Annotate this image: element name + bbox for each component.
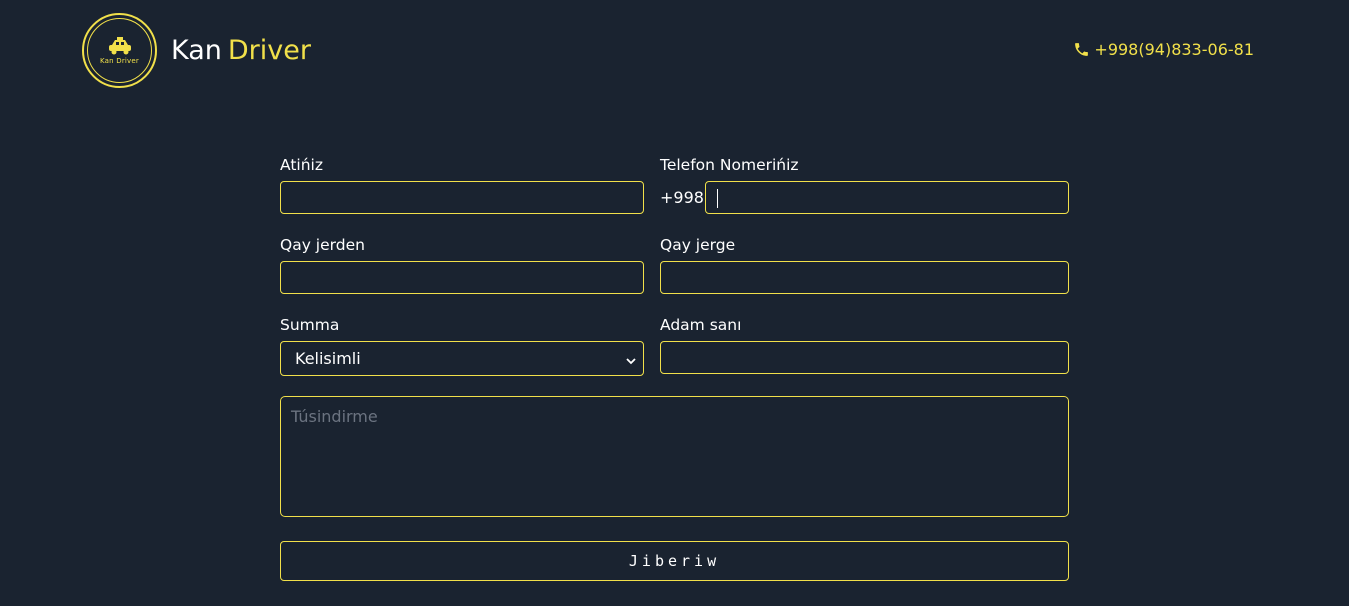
to-group: Qay jerge <box>660 235 1069 294</box>
phone-prefix: +998 <box>660 188 704 207</box>
logo: Kan Driver <box>82 13 157 88</box>
submit-button[interactable]: Jiberiw <box>280 541 1069 581</box>
brand-name: Kan Driver <box>171 37 311 64</box>
phone-input[interactable] <box>705 181 1069 214</box>
phone-icon <box>1073 41 1090 58</box>
sum-selected-value: Kelisimli <box>295 349 361 368</box>
to-label: Qay jerge <box>660 236 736 254</box>
text-caret <box>717 189 718 208</box>
people-label: Adam sanı <box>660 316 742 334</box>
sum-group: Summa Kelisimli <box>280 315 644 376</box>
brand-second: Driver <box>227 35 311 66</box>
description-placeholder: Túsindirme <box>291 407 378 426</box>
phone-link[interactable]: +998(94)833-06-81 <box>1073 40 1254 59</box>
description-textarea[interactable]: Túsindirme <box>280 396 1069 517</box>
logo-link[interactable]: Kan Driver Kan Driver <box>82 13 311 88</box>
phone-group: Telefon Nomerińiz +998 <box>660 155 1069 214</box>
sum-select[interactable]: Kelisimli <box>280 341 644 376</box>
logo-text: Kan Driver <box>100 56 139 65</box>
from-label: Qay jerden <box>280 236 365 254</box>
from-group: Qay jerden <box>280 235 644 294</box>
people-group: Adam sanı <box>660 315 1069 374</box>
phone-number: +998(94)833-06-81 <box>1094 40 1254 59</box>
name-input[interactable] <box>280 181 644 214</box>
phone-label: Telefon Nomerińiz <box>660 156 799 174</box>
brand-first: Kan <box>171 35 222 66</box>
to-input[interactable] <box>660 261 1069 294</box>
name-label: Atińiz <box>280 156 323 174</box>
people-input[interactable] <box>660 341 1069 374</box>
taxi-car-icon <box>107 36 133 55</box>
page: Kan Driver Kan Driver +998(94)833-06-81 A… <box>0 0 1349 606</box>
from-input[interactable] <box>280 261 644 294</box>
chevron-down-icon <box>625 352 637 365</box>
name-group: Atińiz <box>280 155 644 214</box>
sum-label: Summa <box>280 316 340 334</box>
